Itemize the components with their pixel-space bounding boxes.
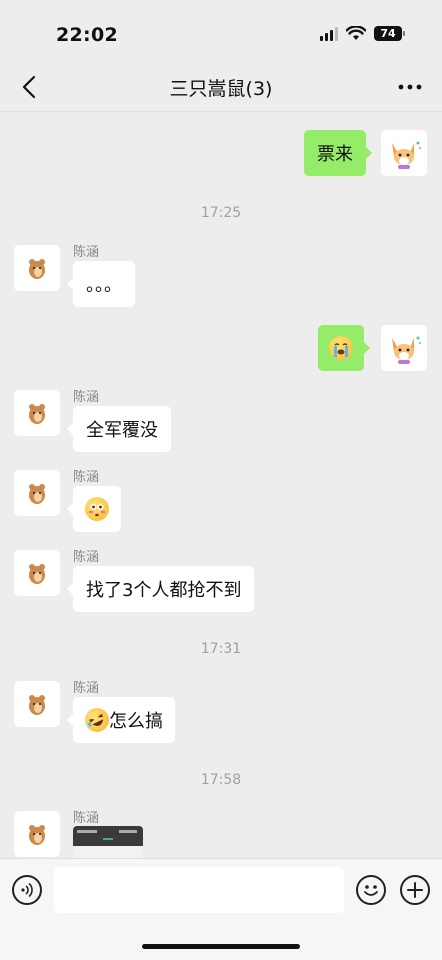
loudly-crying-face-icon	[329, 336, 353, 360]
hamster-avatar-icon	[29, 259, 45, 279]
timestamp-separator: 17:25	[200, 205, 242, 221]
message-bubble[interactable]	[67, 486, 121, 532]
message-bubble[interactable]: 找了3个人都抢不到	[66, 566, 255, 612]
sender-avatar[interactable]	[14, 550, 60, 596]
corgi-avatar-icon	[392, 141, 421, 169]
home-indicator	[142, 944, 300, 949]
hamster-avatar-icon	[29, 484, 45, 504]
message-text: 找了3个人都抢不到	[86, 580, 242, 601]
sender-avatar[interactable]	[14, 390, 60, 436]
message-text: 。。。	[86, 275, 122, 296]
message-bubble[interactable]: 怎么搞	[67, 697, 175, 743]
plus-icon	[407, 882, 423, 898]
corgi-avatar-icon	[392, 336, 421, 364]
hamster-avatar-icon	[29, 564, 45, 584]
status-icons: 74	[320, 26, 405, 41]
message-input[interactable]	[54, 867, 344, 913]
message-bubble[interactable]: 全军覆没	[67, 406, 171, 452]
sender-avatar[interactable]	[14, 470, 60, 516]
sender-name: 陈涵	[73, 550, 100, 565]
sender-name: 陈涵	[73, 681, 100, 696]
timestamp-separator: 17:31	[200, 641, 242, 657]
sender-name: 陈涵	[73, 470, 100, 485]
timestamp-separator: 17:58	[200, 772, 242, 788]
hamster-avatar-icon	[29, 404, 45, 424]
sender-avatar[interactable]	[14, 245, 60, 291]
voice-input-button[interactable]	[12, 875, 42, 905]
nav-bar: 三只嵩鼠(3)	[0, 62, 442, 112]
sender-name: 陈涵	[73, 811, 100, 826]
self-avatar[interactable]	[381, 325, 427, 371]
more-functions-button[interactable]	[400, 875, 430, 905]
battery-icon: 74	[374, 26, 405, 41]
sender-name: 陈涵	[73, 245, 100, 260]
message-bubble[interactable]: 。。。	[67, 261, 135, 307]
wifi-icon	[346, 26, 366, 40]
message-text: 票来	[317, 144, 353, 165]
battery-level: 74	[380, 27, 396, 40]
sender-avatar[interactable]	[14, 811, 60, 857]
message-text: 全军覆没	[86, 420, 158, 441]
chat-title: 三只嵩鼠(3)	[169, 78, 273, 100]
emoji-button[interactable]	[356, 875, 386, 905]
hamster-avatar-icon	[29, 695, 45, 715]
sender-name: 陈涵	[73, 390, 100, 405]
message-text: 怎么搞	[109, 711, 163, 732]
status-time: 22:02	[56, 24, 118, 46]
more-button[interactable]	[396, 72, 424, 102]
hamster-avatar-icon	[29, 825, 45, 845]
self-avatar[interactable]	[381, 130, 427, 176]
smiley-icon	[364, 885, 378, 896]
sender-avatar[interactable]	[14, 681, 60, 727]
status-bar: 22:02 74	[0, 0, 442, 62]
flushed-face-icon	[85, 497, 109, 521]
message-bubble-self[interactable]: 票来	[304, 130, 372, 176]
image-message-thumbnail[interactable]	[73, 826, 143, 860]
message-bubble-self[interactable]	[318, 325, 370, 371]
more-dots-icon	[398, 84, 422, 90]
voice-icon	[21, 882, 33, 898]
signal-icon	[320, 26, 338, 41]
